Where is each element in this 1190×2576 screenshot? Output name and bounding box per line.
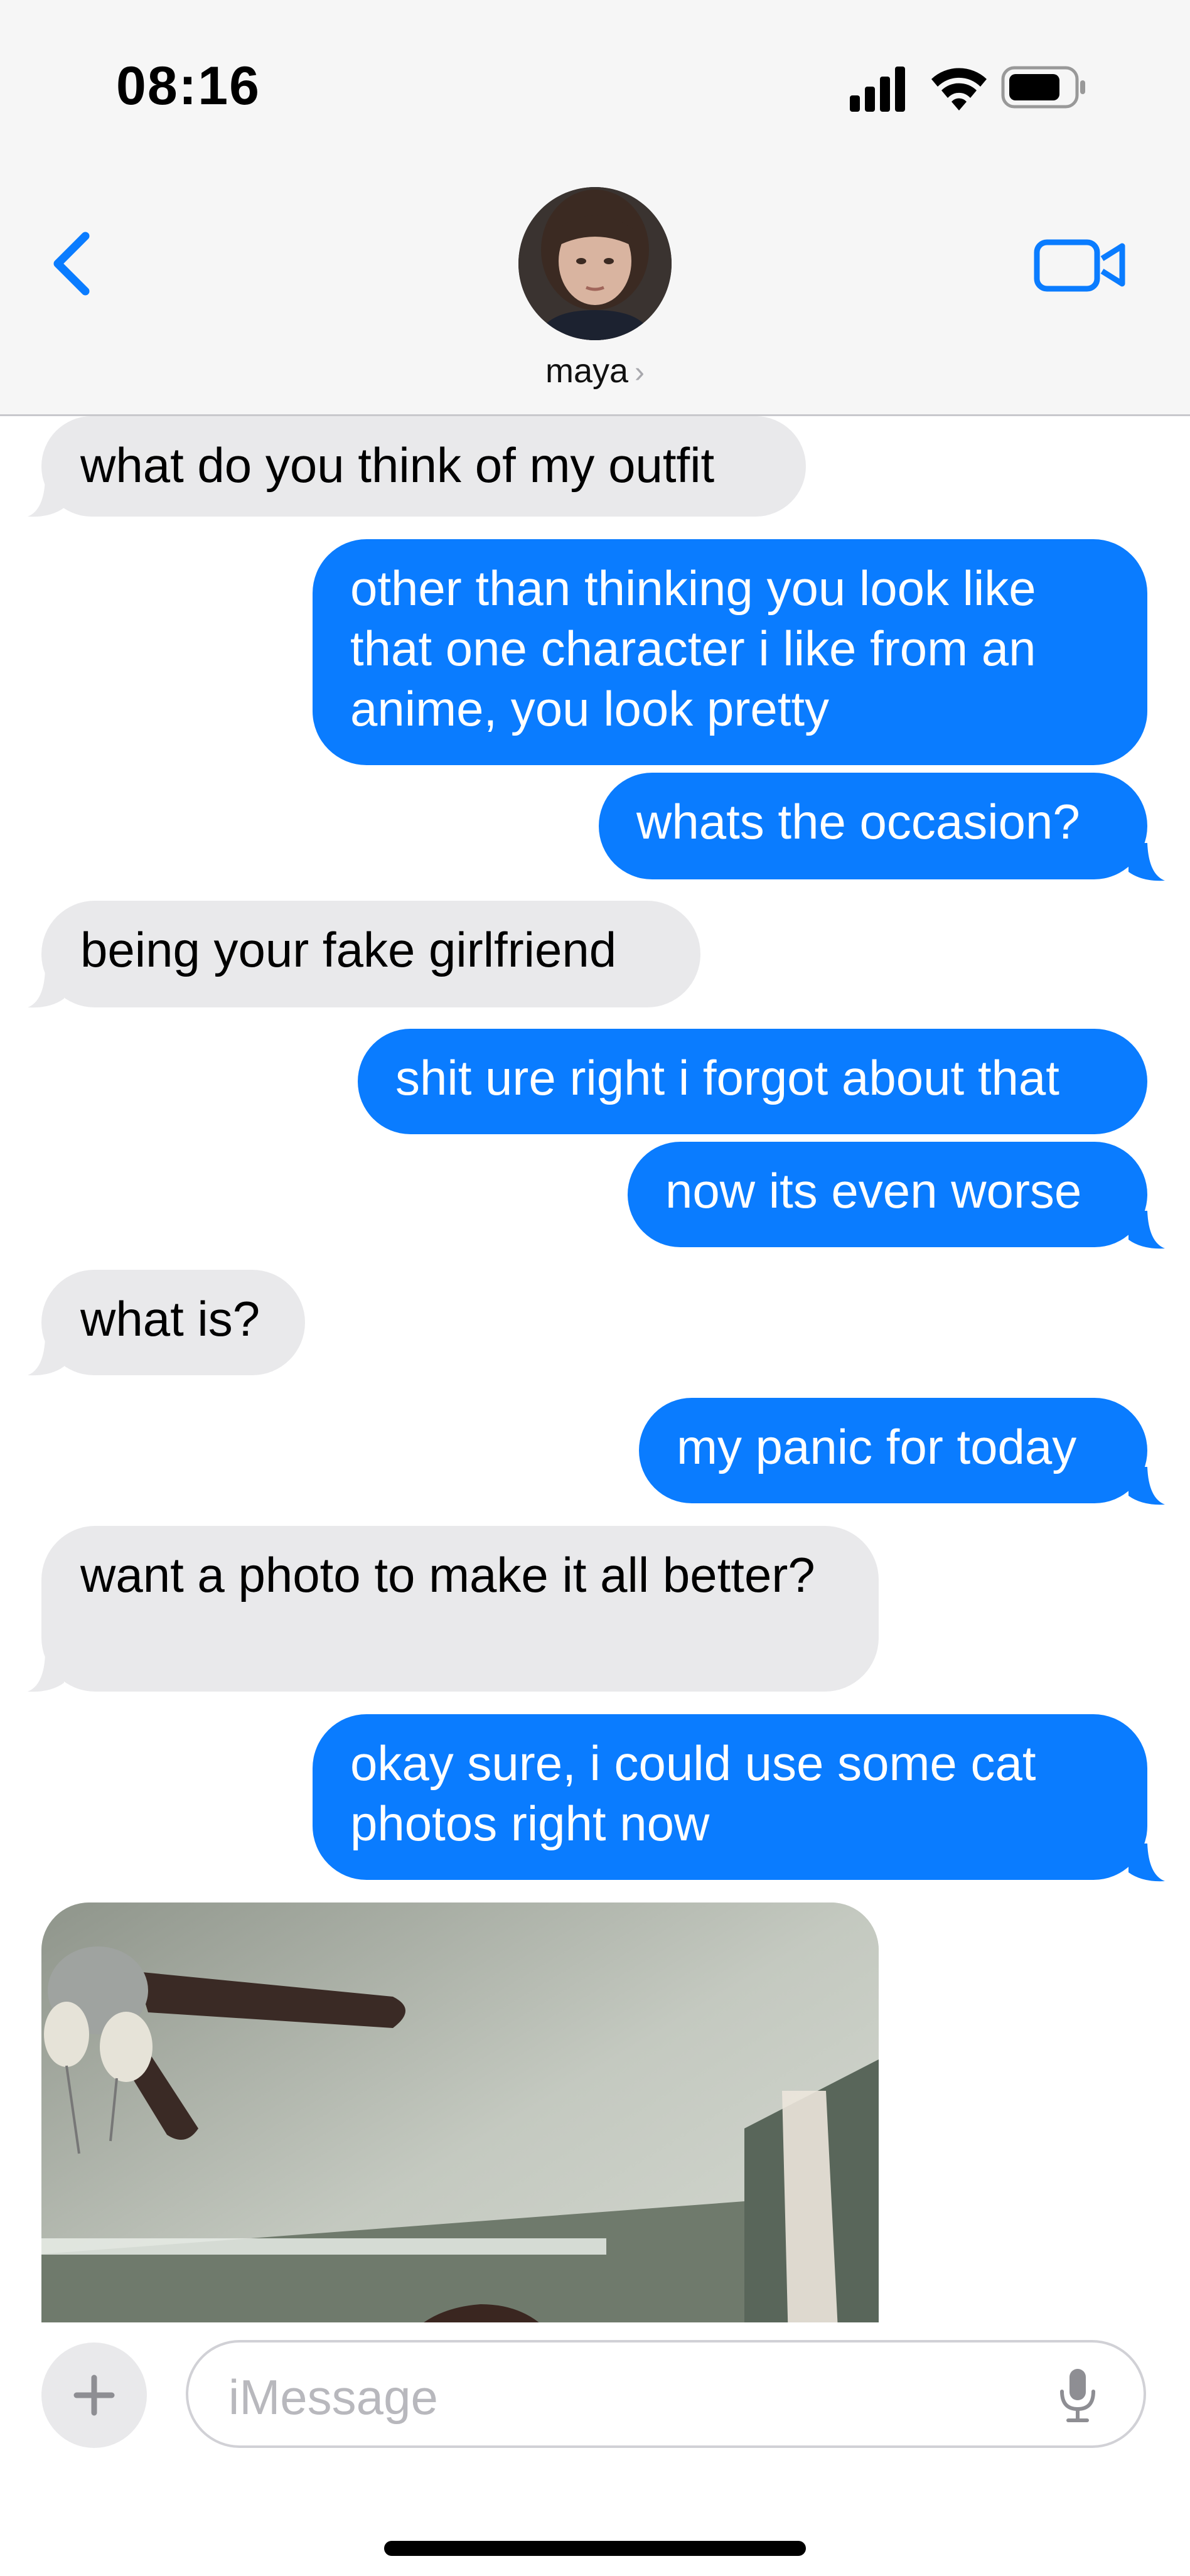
message-bubble-outgoing[interactable]: other than thinking you look like that o… bbox=[313, 539, 1147, 765]
message-bubble-outgoing[interactable]: okay sure, i could use some cat photos r… bbox=[313, 1714, 1147, 1880]
bubble-tail bbox=[1128, 1467, 1165, 1505]
status-time: 08:16 bbox=[116, 56, 260, 116]
message-text: now its even worse bbox=[665, 1163, 1082, 1218]
message-bubble-incoming[interactable]: want a photo to make it all better? bbox=[41, 1526, 879, 1692]
bubble-tail bbox=[28, 479, 64, 517]
photo-message[interactable] bbox=[41, 1902, 879, 2322]
message-text: whats the occasion? bbox=[636, 794, 1080, 849]
message-text: okay sure, i could use some cat photos r… bbox=[350, 1736, 1036, 1851]
message-bubble-outgoing[interactable]: my panic for today bbox=[639, 1398, 1147, 1503]
plus-icon bbox=[73, 2375, 115, 2416]
message-text: other than thinking you look like that o… bbox=[350, 561, 1036, 736]
bubble-tail bbox=[28, 1654, 64, 1692]
video-camera-icon bbox=[1034, 239, 1125, 292]
bubble-tail bbox=[1128, 843, 1165, 881]
back-button[interactable] bbox=[44, 226, 100, 301]
chevron-left-icon bbox=[53, 232, 90, 296]
message-thread[interactable]: what do you think of my outfit other tha… bbox=[0, 416, 1190, 2322]
battery-icon bbox=[1001, 66, 1085, 109]
microphone-icon[interactable] bbox=[1056, 2366, 1100, 2424]
conversation-header: 08:16 maya › bbox=[0, 0, 1190, 416]
message-bubble-outgoing[interactable]: now its even worse bbox=[628, 1142, 1147, 1247]
message-text: what is? bbox=[80, 1291, 260, 1346]
message-bubble-incoming[interactable]: what do you think of my outfit bbox=[41, 416, 806, 517]
avatar[interactable] bbox=[518, 187, 672, 340]
status-icons bbox=[847, 63, 1098, 113]
signal-icon bbox=[850, 67, 905, 112]
bubble-tail bbox=[28, 1338, 64, 1376]
contact-name: maya bbox=[545, 352, 629, 390]
message-bubble-incoming[interactable]: being your fake girlfriend bbox=[41, 901, 700, 1007]
message-input-placeholder: iMessage bbox=[228, 2369, 438, 2425]
apps-plus-button[interactable] bbox=[41, 2343, 147, 2448]
message-text: being your fake girlfriend bbox=[80, 922, 617, 977]
avatar-photo bbox=[518, 187, 672, 340]
message-text: shit ure right i forgot about that bbox=[395, 1050, 1059, 1105]
wifi-icon bbox=[931, 68, 987, 110]
home-indicator bbox=[384, 2541, 806, 2556]
message-input[interactable]: iMessage bbox=[186, 2340, 1146, 2448]
bubble-tail bbox=[1128, 1843, 1165, 1882]
bubble-tail bbox=[28, 970, 64, 1008]
message-bubble-outgoing[interactable]: whats the occasion? bbox=[599, 773, 1147, 879]
message-text: want a photo to make it all better? bbox=[80, 1547, 815, 1602]
message-bubble-incoming[interactable]: what is? bbox=[41, 1270, 305, 1375]
message-text: my panic for today bbox=[677, 1419, 1077, 1474]
chevron-right-icon: › bbox=[635, 356, 645, 389]
video-call-button[interactable] bbox=[1033, 233, 1128, 296]
contact-name-button[interactable]: maya › bbox=[477, 352, 713, 390]
message-text: what do you think of my outfit bbox=[80, 437, 715, 493]
message-bubble-outgoing[interactable]: shit ure right i forgot about that bbox=[358, 1029, 1147, 1134]
bubble-tail bbox=[1128, 1211, 1165, 1249]
photo-image bbox=[41, 1902, 879, 2322]
